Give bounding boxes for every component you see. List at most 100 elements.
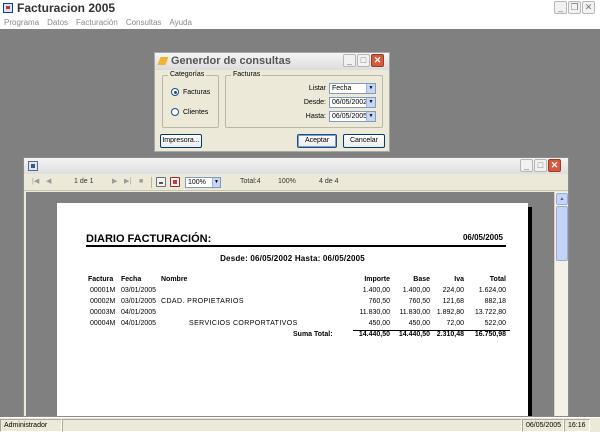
sum-label: Suma Total:: [293, 331, 333, 338]
hasta-date-picker[interactable]: 06/05/2005 ▼: [329, 111, 376, 122]
chevron-down-icon[interactable]: ▼: [366, 84, 375, 93]
maximize-icon: □: [360, 55, 367, 65]
listar-select[interactable]: Fecha ▼: [329, 83, 376, 94]
stop-icon[interactable]: ■: [139, 176, 143, 188]
cell-importe: 450,00: [368, 320, 390, 327]
radio-facturas[interactable]: Facturas: [171, 88, 210, 96]
statusbar: Administrador 06/05/2005 16:16: [0, 417, 600, 432]
dialog-window-controls: _ □ ✕: [343, 54, 384, 67]
close-icon: ✕: [373, 55, 382, 65]
cell-importe: 1.400,00: [362, 287, 390, 294]
cell-total: 1.624,00: [478, 287, 506, 294]
scroll-thumb[interactable]: [556, 206, 568, 261]
report-range: Desde: 06/05/2002 Hasta: 06/05/2005: [220, 254, 365, 263]
dialog-maximize-button[interactable]: □: [357, 54, 370, 67]
restore-icon: ❐: [570, 2, 579, 12]
chevron-down-icon[interactable]: ▼: [366, 98, 375, 107]
menu-consultas[interactable]: Consultas: [125, 16, 163, 29]
cell-factura: 00001M: [90, 287, 116, 294]
title-rule: [86, 245, 506, 247]
report-title: DIARIO FACTURACIÓN:: [86, 233, 212, 245]
preview-toolbar: |◀ ◀ 1 de 1 ▶ ▶| ■ 100% ▼ Total:4 100% 4…: [24, 174, 568, 191]
cell-nombre: CDAD. PROPIETARIOS: [161, 298, 244, 305]
cell-importe: 11.830,00: [359, 309, 390, 316]
header-importe: Importe: [364, 276, 390, 283]
app-icon[interactable]: [3, 3, 13, 13]
cell-base: 760,50: [408, 298, 430, 305]
report-minimize-button[interactable]: _: [520, 159, 533, 172]
report-window-icon[interactable]: [28, 161, 38, 171]
radio-clientes-button[interactable]: [171, 108, 179, 116]
dialog-title: Generdor de consultas: [171, 55, 291, 67]
hasta-row: Hasta: 06/05/2005 ▼: [306, 111, 376, 122]
categorias-group: Categorías Facturas Clientes: [162, 71, 219, 128]
printer-button[interactable]: Impresora...: [160, 134, 202, 148]
menu-facturacion[interactable]: Facturación: [75, 16, 119, 29]
status-time: 16:16: [564, 419, 590, 432]
menu-ayuda[interactable]: Ayuda: [168, 16, 193, 29]
maximize-button[interactable]: ❐: [568, 1, 581, 14]
accept-button[interactable]: Aceptar: [297, 134, 337, 148]
header-nombre: Nombre: [161, 276, 188, 283]
minimize-icon: _: [346, 55, 352, 65]
cell-iva: 1.892,80: [436, 309, 464, 316]
progress-percent: 100%: [278, 178, 296, 185]
cancel-button[interactable]: Cancelar: [343, 134, 385, 148]
total-records: Total:4: [240, 178, 261, 185]
listar-row: Listar Fecha ▼: [309, 83, 376, 94]
zoom-select[interactable]: 100% ▼: [185, 177, 221, 188]
cell-factura: 00003M: [90, 309, 116, 316]
dialog-minimize-button[interactable]: _: [343, 54, 356, 67]
query-dialog: Generdor de consultas _ □ ✕ Categorías F…: [154, 52, 390, 152]
maximize-icon: □: [537, 160, 544, 170]
cell-fecha: 04/01/2005: [121, 320, 157, 327]
vertical-scrollbar[interactable]: ▲: [554, 192, 568, 416]
report-preview-window: _ □ ✕ |◀ ◀ 1 de 1 ▶ ▶| ■ 100% ▼ Total:4 …: [23, 157, 569, 417]
report-date: 06/05/2005: [462, 233, 503, 242]
app-window-controls: _ ❐ ✕: [554, 1, 595, 14]
categorias-legend: Categorías: [168, 71, 207, 79]
menu-datos[interactable]: Datos: [46, 16, 69, 29]
header-iva: Iva: [454, 276, 464, 283]
cell-total: 522,00: [484, 320, 506, 327]
dialog-close-button[interactable]: ✕: [371, 54, 384, 67]
desde-date-picker[interactable]: 06/05/2002 ▼: [329, 97, 376, 108]
cell-base: 1.400,00: [402, 287, 430, 294]
menu-programa[interactable]: Programa: [3, 16, 40, 29]
chevron-down-icon[interactable]: ▼: [212, 178, 220, 187]
next-page-icon[interactable]: ▶: [112, 176, 117, 188]
report-maximize-button[interactable]: □: [534, 159, 547, 172]
desde-label: Desde:: [303, 99, 326, 106]
record-count: 4 de 4: [319, 178, 339, 185]
sum-base: 14.440,50: [398, 331, 430, 338]
close-button[interactable]: ✕: [582, 1, 595, 14]
query-icon: [158, 56, 168, 66]
cell-importe: 760,50: [368, 298, 390, 305]
radio-facturas-button[interactable]: [171, 88, 179, 96]
minimize-icon: _: [557, 2, 563, 12]
toolbar-separator: [151, 177, 152, 188]
sum-importe: 14.440,50: [358, 331, 390, 338]
print-setup-icon[interactable]: [170, 177, 180, 187]
prev-page-icon[interactable]: ◀: [46, 176, 51, 188]
printer-icon[interactable]: [156, 177, 166, 187]
cell-nombre: SERVICIOS CORPORTATIVOS: [189, 320, 298, 327]
minimize-button[interactable]: _: [554, 1, 567, 14]
cell-total: 882,18: [484, 298, 506, 305]
cell-iva: 224,00: [442, 287, 464, 294]
report-titlebar[interactable]: _ □ ✕: [24, 158, 568, 174]
report-close-button[interactable]: ✕: [548, 159, 561, 172]
close-icon: ✕: [550, 160, 559, 170]
cell-base: 11.830,00: [399, 309, 430, 316]
scroll-up-icon[interactable]: ▲: [556, 193, 568, 205]
last-page-icon[interactable]: ▶|: [124, 176, 131, 188]
first-page-icon[interactable]: |◀: [32, 176, 39, 188]
dialog-titlebar[interactable]: Generdor de consultas _ □ ✕: [155, 53, 389, 70]
chevron-down-icon[interactable]: ▼: [366, 112, 375, 121]
radio-clientes[interactable]: Clientes: [171, 108, 208, 116]
menubar: Programa Datos Facturación Consultas Ayu…: [0, 16, 600, 29]
facturas-legend: Facturas: [231, 71, 263, 79]
cell-iva: 72,00: [446, 320, 464, 327]
app-titlebar: Facturacion 2005 _ ❐ ✕: [0, 0, 600, 16]
minimize-icon: _: [523, 160, 529, 170]
